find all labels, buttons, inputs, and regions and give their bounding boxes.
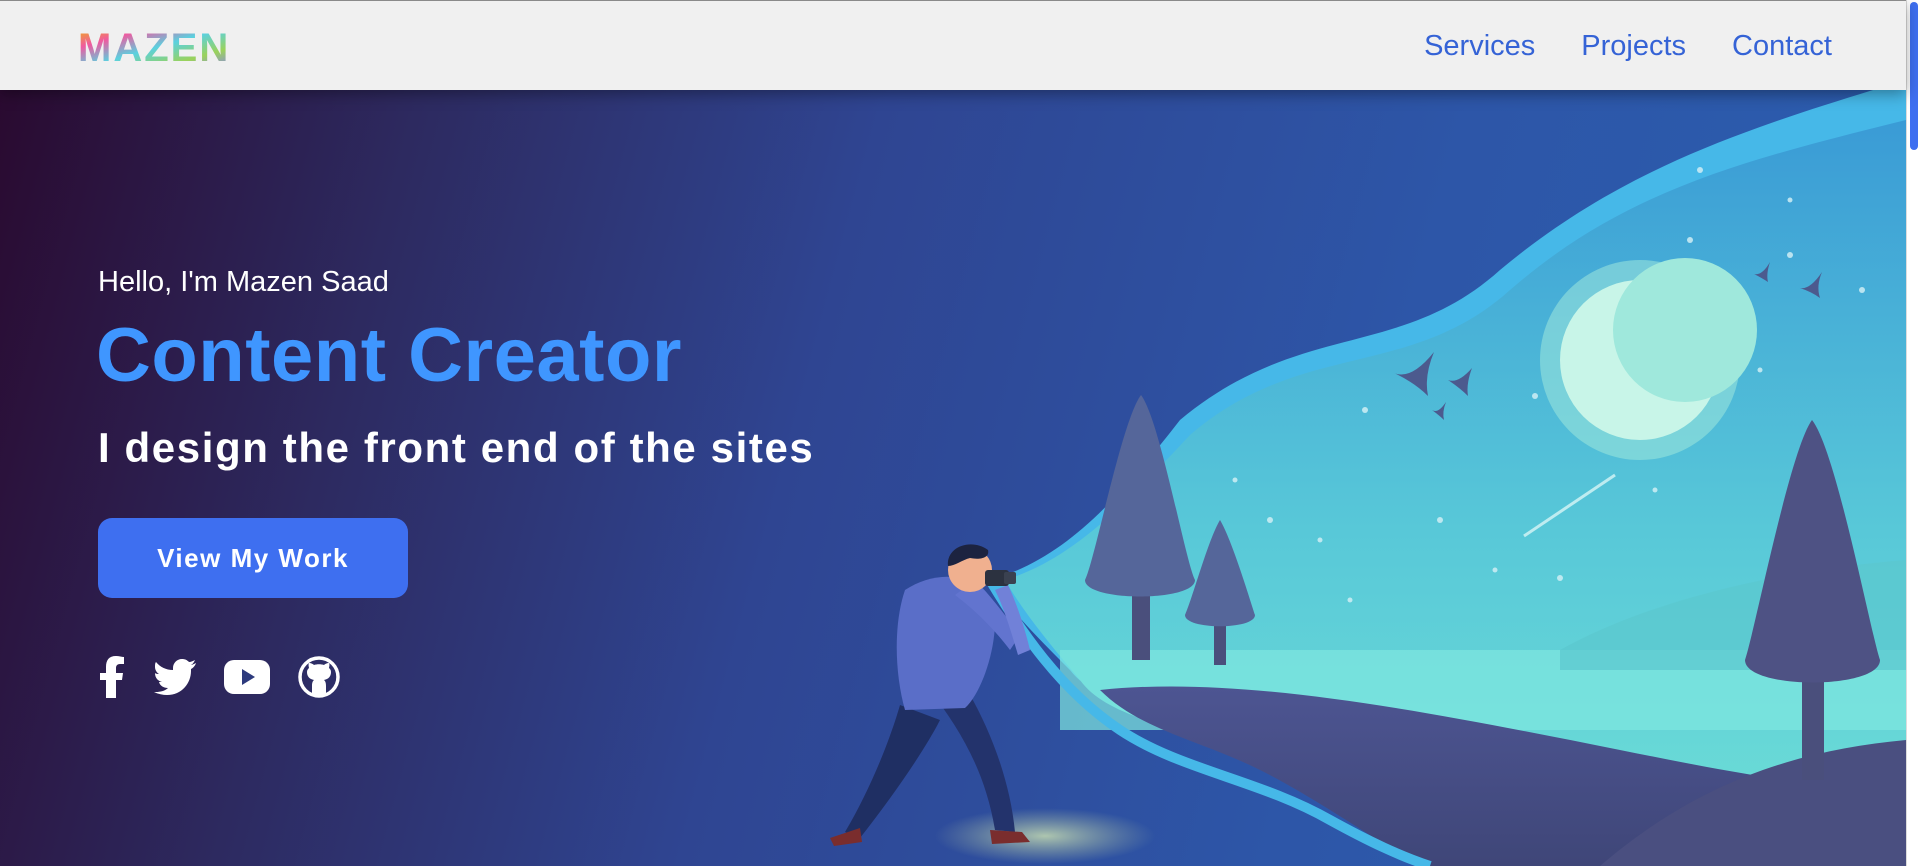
- twitter-icon[interactable]: [154, 659, 196, 700]
- nav-links: Services Projects Contact: [1424, 29, 1832, 63]
- headline: Content Creator: [96, 313, 682, 398]
- scrollbar-track[interactable]: [1906, 0, 1920, 866]
- youtube-icon[interactable]: [224, 660, 270, 699]
- ground-spotlight: [935, 808, 1155, 864]
- logo[interactable]: MAZEN: [78, 29, 248, 65]
- scrollbar-thumb[interactable]: [1910, 2, 1918, 150]
- view-my-work-button[interactable]: View My Work: [98, 518, 408, 598]
- github-icon[interactable]: [298, 656, 340, 703]
- nav-contact-link[interactable]: Contact: [1732, 29, 1832, 63]
- top-navbar: MAZEN Services Projects Contact: [0, 0, 1906, 90]
- nav-projects-link[interactable]: Projects: [1581, 29, 1686, 63]
- photographer-night-scene-illustration: [830, 90, 1906, 866]
- moon-crescent-shadow: [1613, 258, 1757, 402]
- nav-services-link[interactable]: Services: [1424, 29, 1535, 63]
- tagline: I design the front end of the sites: [98, 424, 815, 471]
- logo-text: MAZEN: [78, 29, 230, 65]
- facebook-icon[interactable]: [98, 656, 126, 703]
- hero-section: Hello, I'm Mazen Saad Content Creator I …: [0, 90, 1906, 866]
- greeting-text: Hello, I'm Mazen Saad: [98, 266, 389, 298]
- social-links: [98, 656, 340, 703]
